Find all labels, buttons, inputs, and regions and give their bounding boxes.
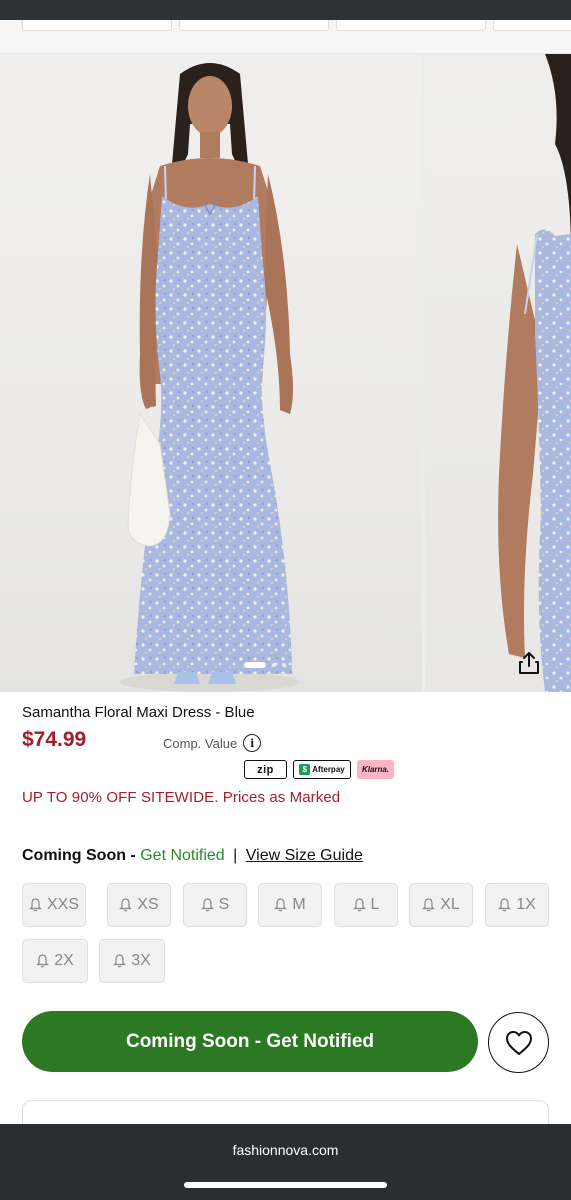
bell-icon [498,898,512,912]
model-side-illustration [498,54,571,692]
size-button-2x[interactable]: 2X [22,939,88,983]
bell-icon [422,898,436,912]
get-notified-link[interactable]: Get Notified [140,847,224,864]
wishlist-button[interactable] [488,1012,549,1073]
thumbnail-tab[interactable] [22,20,172,31]
size-button-3x[interactable]: 3X [99,939,165,983]
thumbnail-tab[interactable] [336,20,486,31]
zip-badge[interactable]: zip [244,760,287,779]
browser-top-bar [0,0,571,20]
share-button[interactable] [516,650,548,682]
carousel-dot[interactable] [282,663,286,667]
size-label: XS [137,896,159,913]
carousel-dots[interactable] [244,661,286,669]
size-label: 3X [131,952,151,969]
promo-banner: UP TO 90% OFF SITEWIDE. Prices as Marked [22,789,341,806]
carousel-dot-active[interactable] [244,662,266,668]
bell-icon [352,898,366,912]
thumbnail-tab[interactable] [179,20,329,31]
product-price: $74.99 [22,728,87,751]
size-label: 2X [54,952,74,969]
carousel-dot[interactable] [272,663,276,667]
klarna-badge[interactable]: Klarna. [357,760,394,779]
bell-icon [29,898,42,912]
size-label: 1X [516,896,536,913]
size-button-s[interactable]: S [183,883,247,927]
size-label: S [218,896,230,913]
product-image-front[interactable] [0,54,422,692]
afterpay-logo-icon: $ [299,764,311,775]
size-button-xl[interactable]: XL [409,883,473,927]
home-indicator[interactable] [184,1182,387,1188]
thumbnail-tab[interactable] [493,20,571,31]
thumbnail-strip [0,20,571,54]
afterpay-badge[interactable]: $ Afterpay [293,760,351,779]
share-icon [519,652,539,674]
product-image-gallery[interactable] [0,54,571,692]
size-label: XL [440,896,460,913]
comp-value-label: Comp. Value [163,735,238,751]
size-guide-link[interactable]: View Size Guide [246,847,363,864]
size-button-l[interactable]: L [334,883,398,927]
bell-icon [119,898,133,912]
product-title: Samantha Floral Maxi Dress - Blue [22,704,255,721]
bell-icon [274,898,288,912]
bell-icon [36,954,50,968]
model-front-illustration [120,63,300,692]
size-button-xxs[interactable]: XXS [22,883,86,927]
payment-options: zip $ Afterpay Klarna. [244,760,394,779]
availability-line: Coming Soon - Get Notified | View Size G… [22,847,363,865]
bell-icon [113,954,127,968]
size-label: XXS [46,896,79,913]
bell-icon [200,898,214,912]
size-button-xs[interactable]: XS [107,883,171,927]
size-button-m[interactable]: M [258,883,322,927]
info-icon[interactable]: i [243,734,262,752]
address-bar-domain[interactable]: fashionnova.com [0,1142,571,1158]
afterpay-label: Afterpay [312,765,345,774]
size-label: M [292,896,306,913]
coming-soon-notify-button[interactable]: Coming Soon - Get Notified [22,1011,478,1072]
size-button-1x[interactable]: 1X [485,883,549,927]
browser-bottom-bar: fashionnova.com [0,1124,571,1200]
size-label: L [370,896,380,913]
separator: | [233,847,238,864]
product-image-side[interactable] [425,54,571,692]
coming-soon-label: Coming Soon - [22,847,136,864]
comp-value: Comp. Value i [163,734,262,752]
heart-icon [505,1030,532,1055]
